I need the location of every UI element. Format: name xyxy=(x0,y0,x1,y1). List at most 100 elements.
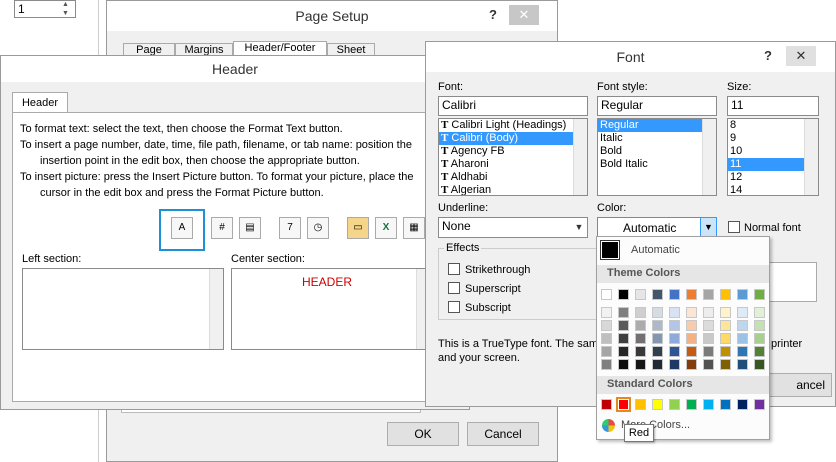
theme-shade-swatch[interactable] xyxy=(703,320,714,331)
automatic-swatch[interactable] xyxy=(600,240,620,260)
theme-shade-swatch[interactable] xyxy=(618,346,629,357)
theme-color-swatch[interactable] xyxy=(669,289,680,300)
size-input[interactable]: 11 xyxy=(727,96,819,116)
theme-shade-swatch[interactable] xyxy=(720,333,731,344)
standard-color-red-selected[interactable] xyxy=(616,397,631,412)
theme-shade-swatch[interactable] xyxy=(737,346,748,357)
theme-shade-swatch[interactable] xyxy=(669,320,680,331)
theme-shade-swatch[interactable] xyxy=(720,320,731,331)
theme-color-swatch[interactable] xyxy=(720,289,731,300)
format-text-button[interactable]: A xyxy=(171,217,193,239)
size-list[interactable]: 8 9 10 11 12 14 xyxy=(727,118,819,196)
theme-shade-swatch[interactable] xyxy=(754,359,765,370)
theme-shade-swatch[interactable] xyxy=(737,320,748,331)
theme-shade-swatch[interactable] xyxy=(618,320,629,331)
font-cancel-button[interactable]: ancel xyxy=(760,373,832,397)
standard-color-swatch[interactable] xyxy=(601,399,612,410)
theme-shade-swatch[interactable] xyxy=(601,346,612,357)
spinner-down-icon[interactable]: ▼ xyxy=(62,10,69,17)
theme-shade-swatch[interactable] xyxy=(754,320,765,331)
theme-shade-swatch[interactable] xyxy=(754,333,765,344)
underline-dropdown-icon[interactable]: ▼ xyxy=(571,218,587,237)
standard-color-swatch[interactable] xyxy=(737,399,748,410)
theme-shade-swatch[interactable] xyxy=(686,320,697,331)
underline-select[interactable]: None xyxy=(438,217,588,238)
automatic-label[interactable]: Automatic xyxy=(631,244,680,256)
theme-shade-swatch[interactable] xyxy=(669,359,680,370)
theme-shade-swatch[interactable] xyxy=(720,359,731,370)
spinner-up-icon[interactable]: ▲ xyxy=(62,1,69,8)
theme-color-swatch[interactable] xyxy=(635,289,646,300)
theme-shade-swatch[interactable] xyxy=(635,307,646,318)
standard-color-swatch[interactable] xyxy=(669,399,680,410)
theme-shade-swatch[interactable] xyxy=(669,307,680,318)
style-item-italic[interactable]: Italic xyxy=(598,132,716,145)
theme-shade-swatch[interactable] xyxy=(754,307,765,318)
theme-shade-swatch[interactable] xyxy=(652,320,663,331)
theme-shade-swatch[interactable] xyxy=(652,307,663,318)
insert-sheet-name-icon[interactable]: ▦ xyxy=(403,217,425,239)
insert-file-path-icon[interactable]: ▭ xyxy=(347,217,369,239)
theme-shade-swatch[interactable] xyxy=(635,346,646,357)
insert-number-of-pages-icon[interactable]: ▤ xyxy=(239,217,261,239)
theme-color-swatch[interactable] xyxy=(601,289,612,300)
color-dropdown-icon[interactable]: ▼ xyxy=(700,218,716,237)
font-item-calibri-light[interactable]: T Calibri Light (Headings) xyxy=(439,119,587,132)
theme-color-swatch[interactable] xyxy=(686,289,697,300)
theme-shade-swatch[interactable] xyxy=(652,333,663,344)
theme-shade-swatch[interactable] xyxy=(703,359,714,370)
font-item-aldhabi[interactable]: T Aldhabi xyxy=(439,171,587,184)
strikethrough-checkbox[interactable] xyxy=(448,263,460,275)
theme-shade-swatch[interactable] xyxy=(635,359,646,370)
color-select[interactable]: Automatic xyxy=(597,217,717,238)
left-section-box[interactable] xyxy=(22,268,224,350)
standard-color-swatch[interactable] xyxy=(754,399,765,410)
theme-shade-swatch[interactable] xyxy=(652,359,663,370)
theme-color-swatch[interactable] xyxy=(652,289,663,300)
insert-file-name-icon[interactable]: X xyxy=(375,217,397,239)
font-style-list[interactable]: Regular Italic Bold Bold Italic xyxy=(597,118,717,196)
theme-shade-swatch[interactable] xyxy=(737,333,748,344)
theme-color-swatch[interactable] xyxy=(754,289,765,300)
normal-font-checkbox[interactable] xyxy=(728,221,740,233)
style-item-regular[interactable]: Regular xyxy=(598,119,716,132)
font-input[interactable]: Calibri xyxy=(438,96,588,116)
theme-shade-swatch[interactable] xyxy=(703,346,714,357)
page-setup-ok-button[interactable]: OK xyxy=(387,422,459,446)
font-close-icon[interactable]: ✕ xyxy=(786,46,816,66)
theme-shade-swatch[interactable] xyxy=(601,359,612,370)
superscript-checkbox[interactable] xyxy=(448,282,460,294)
theme-color-swatch[interactable] xyxy=(703,289,714,300)
header-tab[interactable]: Header xyxy=(12,92,68,113)
theme-shade-swatch[interactable] xyxy=(703,307,714,318)
theme-shade-swatch[interactable] xyxy=(601,320,612,331)
theme-shade-swatch[interactable] xyxy=(720,307,731,318)
subscript-checkbox[interactable] xyxy=(448,301,460,313)
theme-shade-swatch[interactable] xyxy=(669,346,680,357)
theme-shade-swatch[interactable] xyxy=(652,346,663,357)
theme-shade-swatch[interactable] xyxy=(635,333,646,344)
insert-page-number-icon[interactable]: # xyxy=(211,217,233,239)
size-list-scrollbar[interactable] xyxy=(804,119,818,195)
standard-color-swatch[interactable] xyxy=(635,399,646,410)
theme-shade-swatch[interactable] xyxy=(635,320,646,331)
theme-shade-swatch[interactable] xyxy=(686,333,697,344)
insert-date-icon[interactable]: 7 xyxy=(279,217,301,239)
font-list-scrollbar[interactable] xyxy=(573,119,587,195)
center-section-box[interactable]: HEADER xyxy=(231,268,431,350)
theme-shade-swatch[interactable] xyxy=(618,333,629,344)
standard-color-swatch[interactable] xyxy=(703,399,714,410)
font-style-input[interactable]: Regular xyxy=(597,96,717,116)
theme-shade-swatch[interactable] xyxy=(703,333,714,344)
theme-color-swatch[interactable] xyxy=(737,289,748,300)
standard-color-swatch[interactable] xyxy=(652,399,663,410)
theme-shade-swatch[interactable] xyxy=(754,346,765,357)
theme-shade-swatch[interactable] xyxy=(618,307,629,318)
theme-shade-swatch[interactable] xyxy=(686,359,697,370)
close-icon[interactable]: ✕ xyxy=(509,5,539,25)
style-item-bold[interactable]: Bold xyxy=(598,145,716,158)
font-item-aharoni[interactable]: T Aharoni xyxy=(439,158,587,171)
theme-shade-swatch[interactable] xyxy=(737,359,748,370)
theme-shade-swatch[interactable] xyxy=(669,333,680,344)
theme-color-swatch[interactable] xyxy=(618,289,629,300)
